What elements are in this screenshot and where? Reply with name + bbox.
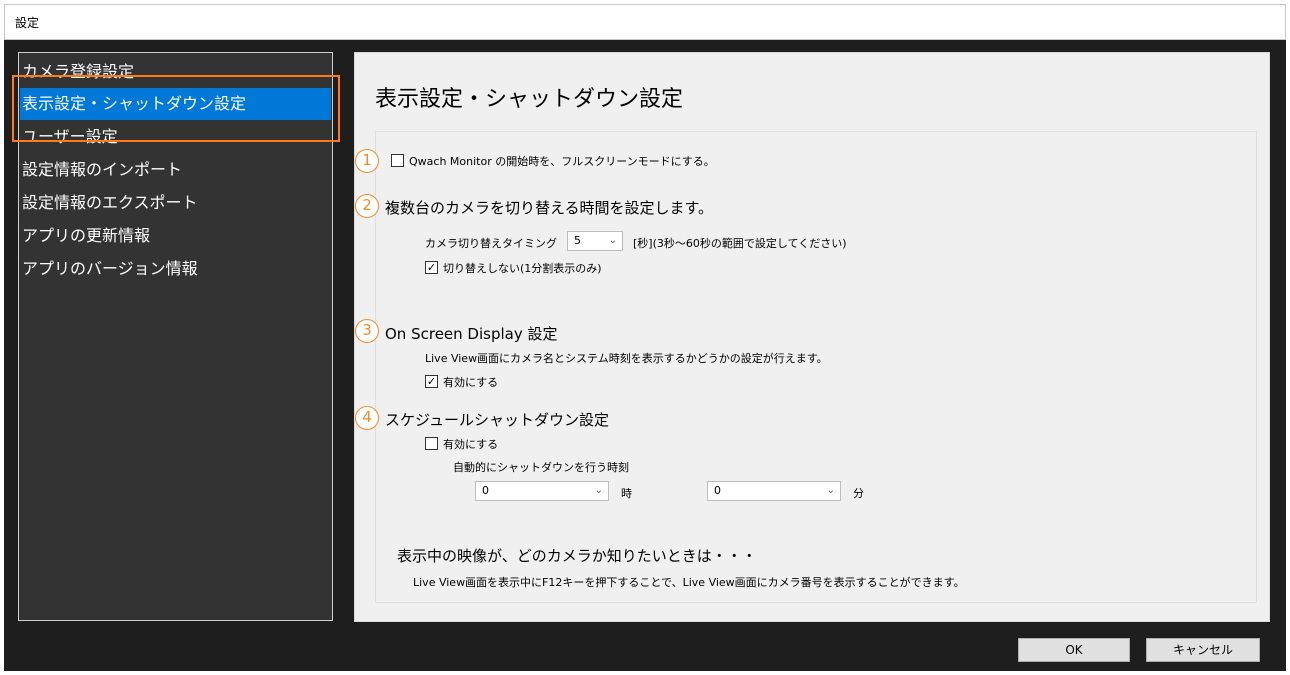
sidebar-item-display-shutdown[interactable]: 表示設定・シャットダウン設定: [20, 88, 331, 120]
shutdown-minute-value: 0: [714, 484, 721, 497]
sidebar-item-export[interactable]: 設定情報のエクスポート: [20, 187, 331, 219]
schedule-enable-label: 有効にする: [443, 438, 499, 451]
minute-unit: 分: [853, 487, 864, 500]
shutdown-minute-select[interactable]: 0 ⌄: [707, 481, 841, 501]
no-switch-label: 切り替えしない(1分割表示のみ): [443, 262, 602, 275]
osd-description: Live View画面にカメラ名とシステム時刻を表示するかどうかの設定が行えます…: [425, 352, 828, 365]
marker-3-icon: 3: [355, 319, 379, 343]
switch-time-heading: 複数台のカメラを切り替える時間を設定します。: [385, 199, 714, 217]
shutdown-time-label: 自動的にシャットダウンを行う時刻: [453, 461, 629, 474]
window-title: 設定: [15, 16, 40, 30]
title-bar: 設定: [4, 4, 1286, 40]
osd-enable-checkbox[interactable]: ✓: [425, 375, 438, 388]
sidebar-item-version-info[interactable]: アプリのバージョン情報: [20, 253, 331, 285]
sidebar: カメラ登録設定 表示設定・シャットダウン設定 ユーザー設定 設定情報のインポート…: [18, 52, 333, 621]
fullscreen-checkbox-label: Qwach Monitor の開始時を、フルスクリーンモードにする。: [409, 155, 715, 168]
osd-enable-label: 有効にする: [443, 376, 499, 389]
no-switch-checkbox[interactable]: ✓: [425, 261, 438, 274]
shutdown-hour-select[interactable]: 0 ⌄: [475, 481, 609, 501]
hour-unit: 時: [621, 487, 632, 500]
schedule-shutdown-heading: スケジュールシャットダウン設定: [385, 411, 609, 429]
settings-window: カメラ登録設定 表示設定・シャットダウン設定 ユーザー設定 設定情報のインポート…: [4, 40, 1286, 671]
chevron-down-icon: ⌄: [594, 485, 603, 496]
marker-1-icon: 1: [355, 149, 379, 173]
schedule-enable-checkbox[interactable]: [425, 437, 438, 450]
tip-text: Live View画面を表示中にF12キーを押下することで、Live View画…: [413, 576, 965, 589]
ok-button[interactable]: OK: [1018, 638, 1130, 662]
switch-timing-select[interactable]: 5 ⌄: [567, 231, 623, 251]
tip-heading: 表示中の映像が、どのカメラか知りたいときは・・・: [397, 547, 757, 565]
chevron-down-icon: ⌄: [608, 235, 617, 246]
switch-timing-note: [秒](3秒～60秒の範囲で設定してください): [633, 237, 847, 250]
switch-timing-value: 5: [574, 234, 581, 247]
sidebar-item-update-info[interactable]: アプリの更新情報: [20, 220, 331, 252]
osd-heading: On Screen Display 設定: [385, 325, 558, 343]
switch-timing-label: カメラ切り替えタイミング: [425, 237, 557, 250]
shutdown-hour-value: 0: [482, 484, 489, 497]
page-title: 表示設定・シャットダウン設定: [375, 87, 684, 112]
marker-4-icon: 4: [355, 406, 379, 430]
chevron-down-icon: ⌄: [826, 485, 835, 496]
marker-2-icon: 2: [355, 194, 379, 218]
content-panel: 表示設定・シャットダウン設定 1 Qwach Monitor の開始時を、フルス…: [354, 52, 1270, 622]
sidebar-item-camera-registration[interactable]: カメラ登録設定: [20, 56, 331, 88]
cancel-button[interactable]: キャンセル: [1146, 638, 1260, 662]
sidebar-item-user-settings[interactable]: ユーザー設定: [20, 121, 331, 153]
sidebar-item-import[interactable]: 設定情報のインポート: [20, 154, 331, 186]
fullscreen-checkbox[interactable]: [391, 154, 404, 167]
